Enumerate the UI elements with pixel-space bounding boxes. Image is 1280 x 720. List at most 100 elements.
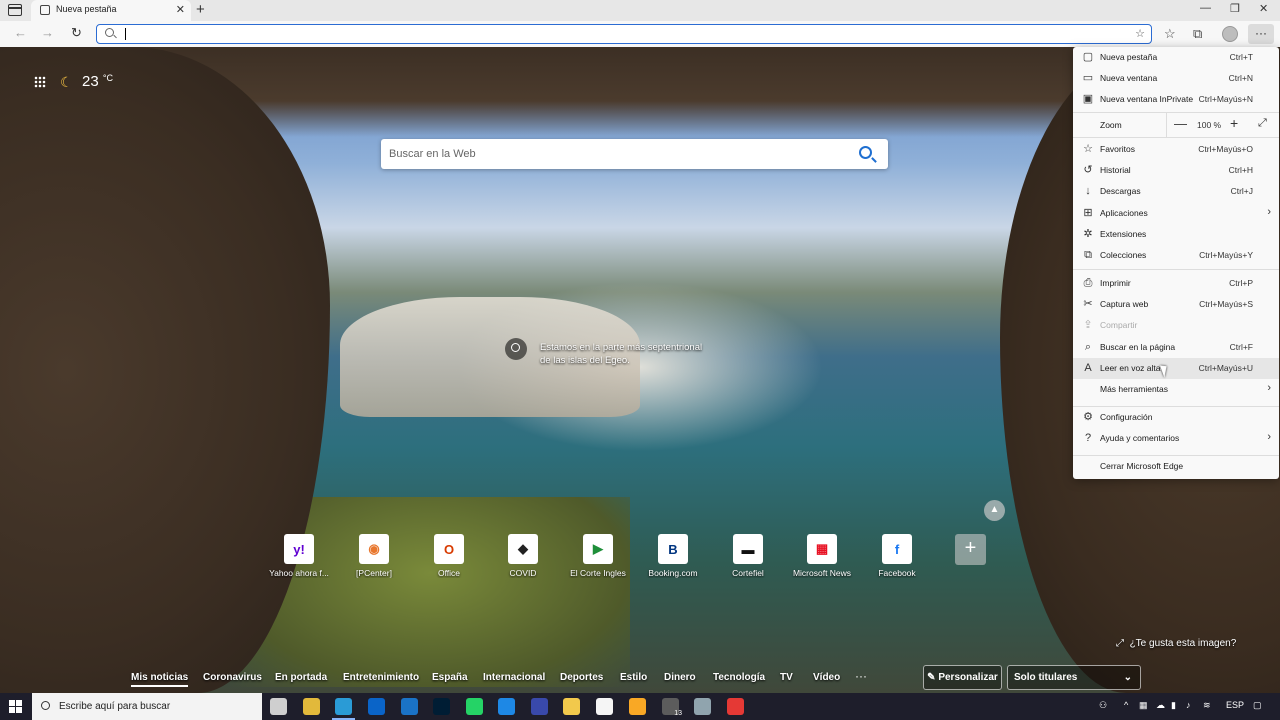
refresh-icon[interactable]: ↻: [71, 25, 82, 41]
cloud-icon[interactable]: ☁: [1156, 700, 1165, 711]
chevron-up-icon[interactable]: ^: [1124, 700, 1128, 710]
maximize-button[interactable]: ❐: [1230, 2, 1240, 15]
search-icon[interactable]: [859, 146, 872, 159]
news-tab[interactable]: Mis noticias: [131, 672, 189, 687]
menu-item[interactable]: ⧉ Colecciones Ctrl+Mayús+Y: [1073, 245, 1279, 266]
more-news-tabs-icon[interactable]: ···: [855, 669, 867, 683]
quick-link-icon: O: [434, 534, 464, 564]
tab-actions-icon[interactable]: [8, 4, 22, 16]
task-view-icon[interactable]: [270, 698, 287, 715]
add-favorite-icon[interactable]: ☆: [1135, 27, 1145, 40]
news-tab[interactable]: Coronavirus: [203, 672, 262, 683]
quick-link-tile[interactable]: f Facebook: [852, 534, 942, 584]
menu-item[interactable]: ✂ Captura web Ctrl+Mayús+S: [1073, 294, 1279, 315]
news-tab[interactable]: Estilo: [620, 672, 647, 683]
network-icon[interactable]: ▦: [1139, 700, 1148, 711]
menu-item[interactable]: Más herramientas ›: [1073, 379, 1279, 400]
menu-item[interactable]: ↓ Descargas Ctrl+J: [1073, 181, 1279, 202]
menu-item-icon: ⊞: [1083, 207, 1093, 219]
media-app-icon[interactable]: [727, 698, 744, 715]
address-bar[interactable]: ☆: [96, 24, 1152, 44]
personalize-button[interactable]: ✎ Personalizar: [923, 665, 1002, 690]
menu-item[interactable]: ☆ Favoritos Ctrl+Mayús+O: [1073, 139, 1279, 160]
photoshop-icon[interactable]: [433, 698, 450, 715]
volume-icon[interactable]: ♪: [1186, 700, 1191, 710]
menu-item[interactable]: ▭ Nueva ventana Ctrl+N: [1073, 68, 1279, 89]
profile-avatar[interactable]: [1222, 26, 1238, 42]
menu-item[interactable]: ↺ Historial Ctrl+H: [1073, 160, 1279, 181]
people-icon[interactable]: ⚇: [1099, 700, 1107, 711]
settings-more-button[interactable]: ···: [1248, 24, 1274, 44]
menu-item[interactable]: ⚙ Configuración: [1073, 407, 1279, 428]
apps-launcher-icon[interactable]: [34, 76, 46, 88]
image-info-icon[interactable]: [505, 338, 527, 360]
news-tab[interactable]: Entretenimiento: [343, 672, 419, 683]
pinwheel-app-icon[interactable]: [596, 698, 613, 715]
menu-item-label: Aplicaciones: [1100, 208, 1148, 218]
menu-item-label: Descargas: [1100, 186, 1141, 196]
news-tab[interactable]: Vídeo: [813, 672, 840, 683]
menu-item[interactable]: ▣ Nueva ventana InPrivate Ctrl+Mayús+N: [1073, 89, 1279, 110]
weather-app-icon[interactable]: [629, 698, 646, 715]
language-indicator[interactable]: ESP: [1226, 700, 1244, 710]
fullscreen-icon[interactable]: ⤢: [1258, 117, 1267, 130]
menu-item[interactable]: ▢ Nueva pestaña Ctrl+T: [1073, 47, 1279, 68]
news-tab[interactable]: Deportes: [560, 672, 603, 683]
news-tab[interactable]: Dinero: [664, 672, 696, 683]
menu-item-close-edge[interactable]: Cerrar Microsoft Edge: [1073, 456, 1279, 477]
edge-icon[interactable]: [332, 698, 355, 720]
chevron-up-icon[interactable]: ▲: [984, 500, 1005, 521]
menu-item-icon: ?: [1084, 432, 1092, 444]
zoom-label: Zoom: [1100, 120, 1122, 130]
plane-app-icon[interactable]: [694, 698, 711, 715]
like-image-link[interactable]: ⤢ ¿Te gusta esta imagen?: [1116, 638, 1236, 649]
windows-start-icon[interactable]: [9, 700, 22, 713]
news-tab[interactable]: TV: [780, 672, 793, 683]
web-search-box[interactable]: Buscar en la Web: [381, 139, 888, 169]
forward-arrow-icon[interactable]: →: [41, 25, 54, 40]
moon-icon[interactable]: ☾: [60, 74, 73, 91]
news-tab[interactable]: España: [432, 672, 468, 683]
menu-item[interactable]: ✲ Extensiones: [1073, 224, 1279, 245]
file-explorer-icon[interactable]: [563, 698, 580, 715]
menu-item-icon: ↓: [1085, 185, 1091, 197]
new-tab-button[interactable]: +: [196, 1, 205, 18]
drawing-app-icon[interactable]: [498, 698, 515, 715]
news-tab[interactable]: En portada: [275, 672, 327, 683]
whatsapp-icon[interactable]: [466, 698, 483, 715]
taskbar-search-box[interactable]: Escribe aquí para buscar: [32, 693, 262, 720]
menu-item-label: Imprimir: [1100, 278, 1131, 288]
add-quick-link-button[interactable]: +: [955, 534, 986, 565]
menu-item[interactable]: ? Ayuda y comentarios ›: [1073, 428, 1279, 449]
minimize-button[interactable]: —: [1200, 2, 1211, 14]
menu-item[interactable]: A Leer en voz alta Ctrl+Mayús+U: [1073, 358, 1279, 379]
calculator-icon[interactable]: 13: [662, 698, 682, 717]
news-tab[interactable]: Tecnología: [713, 672, 765, 683]
image-caption[interactable]: Estamos en la parte más septentrional de…: [540, 341, 715, 367]
layout-select[interactable]: Solo titulares ⌄: [1007, 665, 1141, 690]
menu-item-icon: ☆: [1083, 143, 1093, 155]
favorites-icon[interactable]: ☆: [1164, 26, 1176, 42]
quick-link-icon: ▶: [583, 534, 613, 564]
wifi-icon[interactable]: ≋: [1203, 700, 1211, 711]
microphone-icon[interactable]: ▮: [1171, 700, 1176, 711]
shield-app-icon[interactable]: [531, 698, 548, 715]
zoom-value: 100 %: [1197, 120, 1222, 130]
skype-app-icon[interactable]: [401, 698, 418, 715]
close-window-button[interactable]: ✕: [1259, 2, 1268, 15]
menu-item[interactable]: ⌕ Buscar en la página Ctrl+F: [1073, 337, 1279, 358]
outlook-icon[interactable]: [368, 698, 385, 715]
menu-item[interactable]: ⊞ Aplicaciones ›: [1073, 203, 1279, 224]
close-tab-icon[interactable]: ✕: [176, 3, 185, 16]
quick-link-icon: ▬: [733, 534, 763, 564]
news-tab[interactable]: Internacional: [483, 672, 545, 683]
collections-icon[interactable]: ⧉: [1193, 26, 1202, 42]
tab-new-tab[interactable]: Nueva pestaña ✕: [31, 0, 191, 21]
zoom-out-button[interactable]: —: [1174, 116, 1187, 131]
back-arrow-icon[interactable]: ←: [14, 25, 27, 40]
weather-temperature[interactable]: 23 °C: [82, 73, 113, 90]
chrome-icon[interactable]: [303, 698, 320, 715]
zoom-in-button[interactable]: +: [1230, 115, 1238, 131]
notifications-icon[interactable]: ▢: [1253, 700, 1262, 711]
menu-item[interactable]: ⎙ Imprimir Ctrl+P: [1073, 273, 1279, 294]
